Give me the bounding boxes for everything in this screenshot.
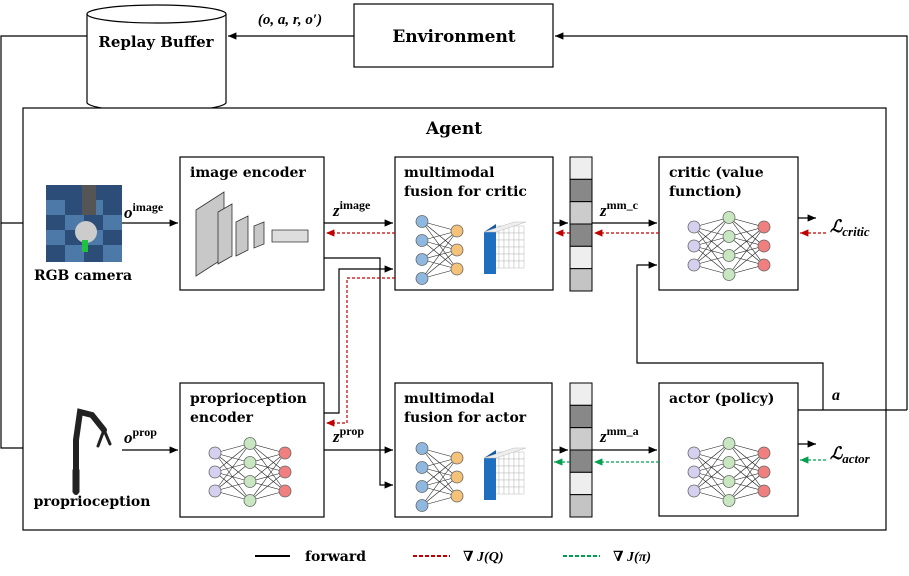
neuron-node (687, 465, 701, 479)
neuron-node (687, 220, 701, 234)
prop-encoder-label-2: encoder (190, 410, 254, 426)
neuron-node (415, 499, 429, 512)
neuron-node (722, 437, 736, 450)
image-encoder-label: image encoder (190, 165, 306, 181)
neuron-node (757, 465, 771, 479)
legend: forward ∇ J(Q) ∇ J(π) (255, 549, 651, 565)
neuron-node (687, 446, 701, 460)
neuron-node (687, 239, 701, 253)
neuron-node (415, 480, 429, 493)
neuron-node (757, 446, 771, 460)
neuron-node (243, 437, 257, 450)
replay-buffer: Replay Buffer (86, 4, 227, 113)
legend-forward: forward (305, 549, 366, 565)
neuron-node (757, 484, 771, 498)
architecture-diagram: Replay Buffer (o, a, r, o′) Environment … (0, 3, 908, 565)
token-cell (569, 178, 593, 203)
actor-label: actor (policy) (669, 391, 774, 407)
token-cell (569, 471, 593, 496)
fusion-actor-label-2: fusion for actor (404, 410, 527, 426)
fusion-actor-label-1: multimodal (404, 391, 494, 407)
token-bar-actor (569, 382, 593, 518)
rgb-camera-image (46, 185, 122, 262)
environment: Environment (353, 3, 554, 68)
neuron-node (450, 470, 464, 484)
token-cell (569, 404, 593, 429)
neuron-node (757, 220, 771, 234)
neuron-node (415, 461, 429, 474)
neuron-node (757, 258, 771, 272)
token-cell (569, 382, 593, 406)
transition-label: (o, a, r, o′) (258, 12, 322, 28)
agent-title: Agent (425, 119, 482, 139)
neuron-node (722, 475, 736, 488)
neuron-node (208, 484, 222, 498)
critic-label-2: function) (669, 184, 742, 200)
token-cell (569, 201, 593, 225)
neuron-node (687, 258, 701, 272)
token-cell (569, 223, 593, 247)
neuron-node (243, 475, 257, 488)
neuron-node (415, 215, 429, 228)
neuron-node (722, 268, 736, 281)
token-cell (569, 427, 593, 451)
rgb-camera-label: RGB camera (34, 268, 132, 284)
neuron-node (243, 494, 257, 507)
neuron-node (722, 211, 736, 224)
environment-label: Environment (392, 27, 515, 47)
neuron-node (722, 230, 736, 243)
token-cell (569, 245, 593, 270)
neuron-node (450, 243, 464, 257)
neuron-node (722, 456, 736, 469)
legend-grad-pi: ∇ J(π) (613, 550, 651, 565)
neuron-node (243, 456, 257, 469)
token-bar-critic (569, 156, 593, 292)
neuron-node (278, 465, 292, 479)
neuron-node (450, 224, 464, 238)
token-cell (569, 449, 593, 473)
neuron-node (278, 446, 292, 460)
neuron-node (757, 239, 771, 253)
neuron-node (722, 494, 736, 507)
neuron-node (415, 272, 429, 285)
replay-buffer-label: Replay Buffer (98, 33, 214, 51)
prop-encoder-label-1: proprioception (190, 391, 307, 407)
neuron-node (415, 234, 429, 247)
legend-grad-q: ∇ J(Q) (463, 550, 503, 565)
neuron-node (415, 442, 429, 455)
neuron-node (722, 249, 736, 262)
fusion-critic-label-2: fusion for critic (404, 184, 527, 200)
critic-label-1: critic (value (669, 165, 764, 181)
action-label: a (832, 387, 840, 404)
feature-cube-icon-actor (483, 447, 527, 500)
neuron-node (450, 262, 464, 276)
neuron-node (687, 484, 701, 498)
neuron-node (450, 489, 464, 503)
token-cell (569, 494, 593, 518)
feature-cube-icon-critic (483, 221, 527, 274)
neuron-node (208, 465, 222, 479)
neuron-node (278, 484, 292, 498)
proprioception-label: proprioception (34, 494, 151, 510)
neuron-node (208, 446, 222, 460)
neuron-node (415, 253, 429, 266)
token-cell (569, 156, 593, 180)
token-cell (569, 268, 593, 292)
neuron-node (450, 451, 464, 465)
fusion-critic-label-1: multimodal (404, 165, 494, 181)
